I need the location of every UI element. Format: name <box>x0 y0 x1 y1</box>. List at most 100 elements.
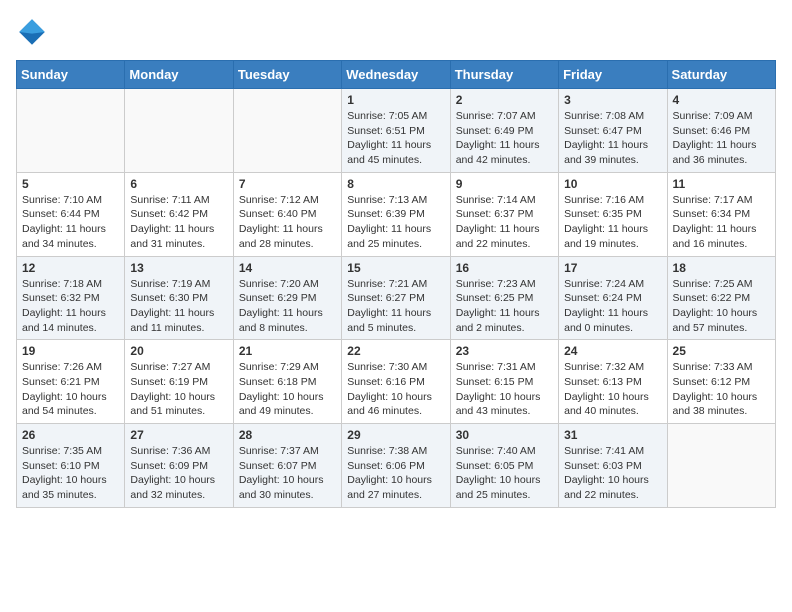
calendar-cell: 28 Sunrise: 7:37 AMSunset: 6:07 PMDayligh… <box>233 424 341 508</box>
day-number: 16 <box>456 261 553 275</box>
calendar-cell: 23Sunrise: 7:31 AMSunset: 6:15 PMDayligh… <box>450 340 558 424</box>
weekday-header-saturday: Saturday <box>667 61 775 89</box>
weekday-header-sunday: Sunday <box>17 61 125 89</box>
logo <box>16 16 54 48</box>
calendar-cell: 3 Sunrise: 7:08 AMSunset: 6:47 PMDaylight… <box>559 89 667 173</box>
day-number: 10 <box>564 177 661 191</box>
calendar-cell: 5Sunrise: 7:10 AMSunset: 6:44 PMDaylight… <box>17 172 125 256</box>
calendar-week-row: 12Sunrise: 7:18 AMSunset: 6:32 PMDayligh… <box>17 256 776 340</box>
day-info: Sunrise: 7:07 AMSunset: 6:49 PMDaylight:… <box>456 109 553 168</box>
calendar-cell: 21 Sunrise: 7:29 AMSunset: 6:18 PMDayligh… <box>233 340 341 424</box>
day-info: Sunrise: 7:26 AMSunset: 6:21 PMDaylight:… <box>22 360 119 419</box>
calendar-cell: 29 Sunrise: 7:38 AMSunset: 6:06 PMDayligh… <box>342 424 450 508</box>
calendar-cell: 19Sunrise: 7:26 AMSunset: 6:21 PMDayligh… <box>17 340 125 424</box>
day-info: Sunrise: 7:11 AMSunset: 6:42 PMDaylight:… <box>130 193 227 252</box>
day-number: 2 <box>456 93 553 107</box>
day-number: 25 <box>673 344 770 358</box>
weekday-header-wednesday: Wednesday <box>342 61 450 89</box>
day-info: Sunrise: 7:33 AMSunset: 6:12 PMDaylight:… <box>673 360 770 419</box>
calendar-cell: 4 Sunrise: 7:09 AMSunset: 6:46 PMDaylight… <box>667 89 775 173</box>
day-info: Sunrise: 7:27 AMSunset: 6:19 PMDaylight:… <box>130 360 227 419</box>
day-number: 5 <box>22 177 119 191</box>
day-info: Sunrise: 7:12 AMSunset: 6:40 PMDaylight:… <box>239 193 336 252</box>
calendar-cell <box>125 89 233 173</box>
calendar-cell: 15 Sunrise: 7:21 AMSunset: 6:27 PMDayligh… <box>342 256 450 340</box>
weekday-header-friday: Friday <box>559 61 667 89</box>
day-info: Sunrise: 7:35 AMSunset: 6:10 PMDaylight:… <box>22 444 119 503</box>
calendar-cell <box>667 424 775 508</box>
day-number: 7 <box>239 177 336 191</box>
calendar-header-row: SundayMondayTuesdayWednesdayThursdayFrid… <box>17 61 776 89</box>
day-info: Sunrise: 7:37 AMSunset: 6:07 PMDaylight:… <box>239 444 336 503</box>
calendar-cell: 2 Sunrise: 7:07 AMSunset: 6:49 PMDaylight… <box>450 89 558 173</box>
calendar-week-row: 19Sunrise: 7:26 AMSunset: 6:21 PMDayligh… <box>17 340 776 424</box>
calendar-cell: 12Sunrise: 7:18 AMSunset: 6:32 PMDayligh… <box>17 256 125 340</box>
day-number: 29 <box>347 428 444 442</box>
calendar-cell: 11 Sunrise: 7:17 AMSunset: 6:34 PMDayligh… <box>667 172 775 256</box>
weekday-header-thursday: Thursday <box>450 61 558 89</box>
calendar-table: SundayMondayTuesdayWednesdayThursdayFrid… <box>16 60 776 508</box>
day-info: Sunrise: 7:41 AMSunset: 6:03 PMDaylight:… <box>564 444 661 503</box>
weekday-header-monday: Monday <box>125 61 233 89</box>
day-info: Sunrise: 7:25 AMSunset: 6:22 PMDaylight:… <box>673 277 770 336</box>
weekday-header-tuesday: Tuesday <box>233 61 341 89</box>
day-info: Sunrise: 7:14 AMSunset: 6:37 PMDaylight:… <box>456 193 553 252</box>
day-info: Sunrise: 7:16 AMSunset: 6:35 PMDaylight:… <box>564 193 661 252</box>
day-number: 24 <box>564 344 661 358</box>
calendar-week-row: 26 Sunrise: 7:35 AMSunset: 6:10 PMDayligh… <box>17 424 776 508</box>
day-number: 8 <box>347 177 444 191</box>
day-number: 26 <box>22 428 119 442</box>
calendar-week-row: 1 Sunrise: 7:05 AMSunset: 6:51 PMDaylight… <box>17 89 776 173</box>
day-number: 14 <box>239 261 336 275</box>
calendar-cell: 25 Sunrise: 7:33 AMSunset: 6:12 PMDayligh… <box>667 340 775 424</box>
day-info: Sunrise: 7:38 AMSunset: 6:06 PMDaylight:… <box>347 444 444 503</box>
logo-icon <box>16 16 48 48</box>
day-info: Sunrise: 7:17 AMSunset: 6:34 PMDaylight:… <box>673 193 770 252</box>
day-number: 1 <box>347 93 444 107</box>
day-number: 31 <box>564 428 661 442</box>
day-number: 23 <box>456 344 553 358</box>
day-number: 21 <box>239 344 336 358</box>
day-info: Sunrise: 7:05 AMSunset: 6:51 PMDaylight:… <box>347 109 444 168</box>
calendar-cell: 7 Sunrise: 7:12 AMSunset: 6:40 PMDaylight… <box>233 172 341 256</box>
day-info: Sunrise: 7:24 AMSunset: 6:24 PMDaylight:… <box>564 277 661 336</box>
day-number: 27 <box>130 428 227 442</box>
day-info: Sunrise: 7:40 AMSunset: 6:05 PMDaylight:… <box>456 444 553 503</box>
day-number: 11 <box>673 177 770 191</box>
day-number: 6 <box>130 177 227 191</box>
calendar-cell: 14 Sunrise: 7:20 AMSunset: 6:29 PMDayligh… <box>233 256 341 340</box>
calendar-cell: 6 Sunrise: 7:11 AMSunset: 6:42 PMDaylight… <box>125 172 233 256</box>
calendar-cell: 30 Sunrise: 7:40 AMSunset: 6:05 PMDayligh… <box>450 424 558 508</box>
day-info: Sunrise: 7:30 AMSunset: 6:16 PMDaylight:… <box>347 360 444 419</box>
day-number: 28 <box>239 428 336 442</box>
day-info: Sunrise: 7:09 AMSunset: 6:46 PMDaylight:… <box>673 109 770 168</box>
calendar-cell <box>233 89 341 173</box>
day-number: 20 <box>130 344 227 358</box>
day-info: Sunrise: 7:20 AMSunset: 6:29 PMDaylight:… <box>239 277 336 336</box>
day-number: 4 <box>673 93 770 107</box>
day-info: Sunrise: 7:08 AMSunset: 6:47 PMDaylight:… <box>564 109 661 168</box>
calendar-cell: 24 Sunrise: 7:32 AMSunset: 6:13 PMDayligh… <box>559 340 667 424</box>
day-info: Sunrise: 7:18 AMSunset: 6:32 PMDaylight:… <box>22 277 119 336</box>
day-number: 13 <box>130 261 227 275</box>
day-number: 15 <box>347 261 444 275</box>
calendar-cell: 22 Sunrise: 7:30 AMSunset: 6:16 PMDayligh… <box>342 340 450 424</box>
day-info: Sunrise: 7:36 AMSunset: 6:09 PMDaylight:… <box>130 444 227 503</box>
day-info: Sunrise: 7:21 AMSunset: 6:27 PMDaylight:… <box>347 277 444 336</box>
day-number: 9 <box>456 177 553 191</box>
calendar-cell: 9 Sunrise: 7:14 AMSunset: 6:37 PMDaylight… <box>450 172 558 256</box>
day-info: Sunrise: 7:23 AMSunset: 6:25 PMDaylight:… <box>456 277 553 336</box>
calendar-cell: 16 Sunrise: 7:23 AMSunset: 6:25 PMDayligh… <box>450 256 558 340</box>
calendar-cell: 17Sunrise: 7:24 AMSunset: 6:24 PMDayligh… <box>559 256 667 340</box>
calendar-cell: 20 Sunrise: 7:27 AMSunset: 6:19 PMDayligh… <box>125 340 233 424</box>
day-info: Sunrise: 7:19 AMSunset: 6:30 PMDaylight:… <box>130 277 227 336</box>
day-number: 30 <box>456 428 553 442</box>
calendar-cell <box>17 89 125 173</box>
calendar-cell: 26 Sunrise: 7:35 AMSunset: 6:10 PMDayligh… <box>17 424 125 508</box>
day-info: Sunrise: 7:29 AMSunset: 6:18 PMDaylight:… <box>239 360 336 419</box>
day-number: 3 <box>564 93 661 107</box>
day-number: 22 <box>347 344 444 358</box>
day-number: 18 <box>673 261 770 275</box>
calendar-cell: 27 Sunrise: 7:36 AMSunset: 6:09 PMDayligh… <box>125 424 233 508</box>
day-info: Sunrise: 7:32 AMSunset: 6:13 PMDaylight:… <box>564 360 661 419</box>
